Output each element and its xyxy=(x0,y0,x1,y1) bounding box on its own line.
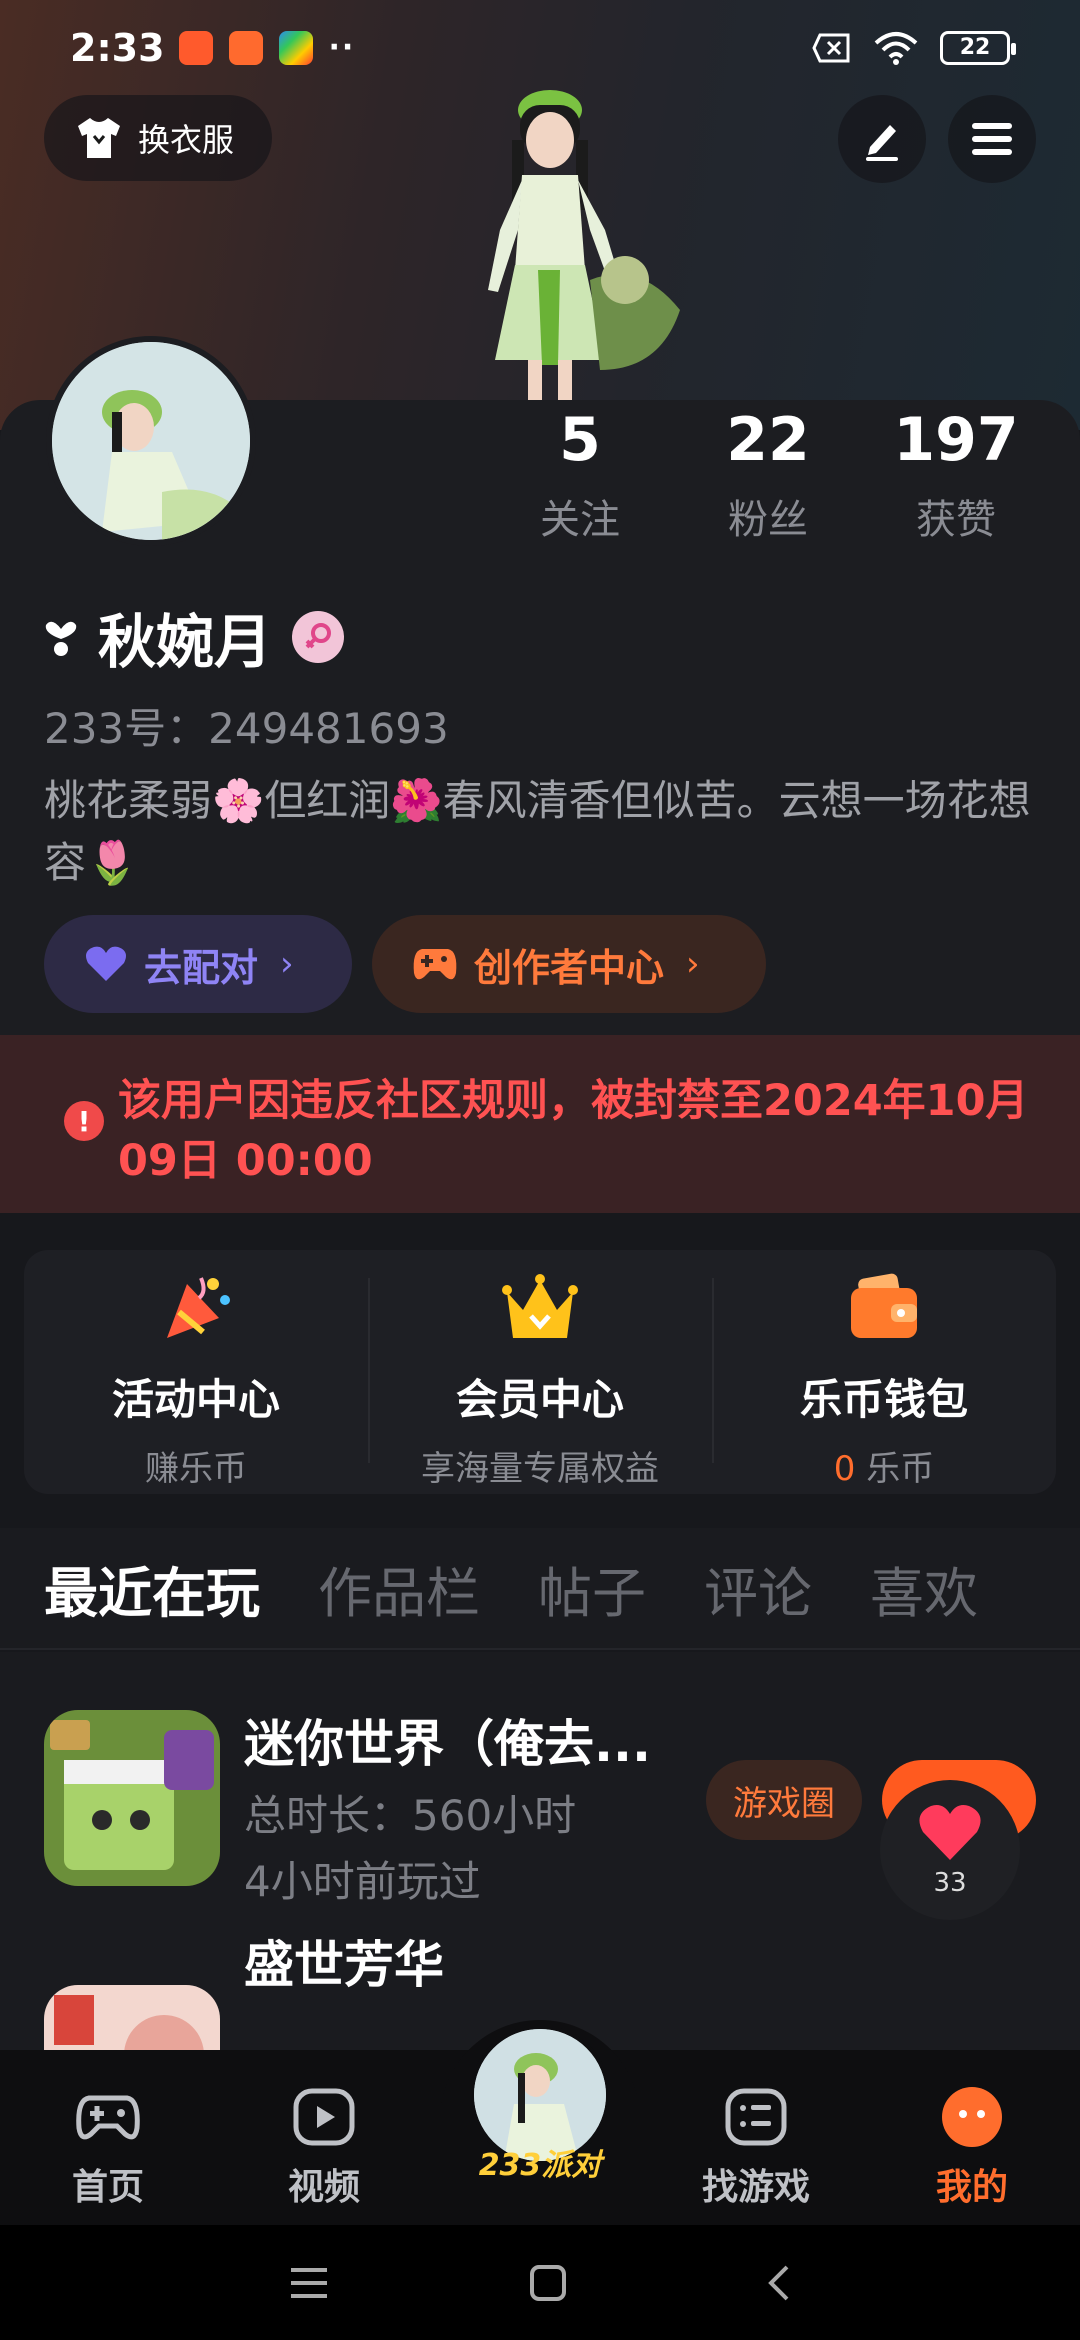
coin-unit: 乐币 xyxy=(855,1449,935,1489)
notification-app-icon xyxy=(228,30,263,65)
stat-likes[interactable]: 197 获赞 xyxy=(862,405,1050,545)
party-popper-icon xyxy=(167,1277,230,1338)
back-icon[interactable] xyxy=(767,2264,791,2302)
nav-find-games[interactable]: 找游戏 xyxy=(648,2050,864,2225)
activity-center-card[interactable]: 活动中心 赚乐币 xyxy=(24,1250,368,1494)
user-id-label: 233号： xyxy=(44,704,209,753)
chevron-right-icon: › xyxy=(280,944,294,984)
feature-row: 活动中心 赚乐币 会员中心 享海量专属权益 乐币钱包 0 乐币 xyxy=(24,1250,1056,1494)
nav-party-label: 233派对 xyxy=(478,2148,602,2183)
coin-wallet-card[interactable]: 乐币钱包 0 乐币 xyxy=(712,1250,1056,1494)
play-store-icon xyxy=(278,30,313,65)
home-icon[interactable] xyxy=(529,2264,567,2302)
edit-profile-button[interactable] xyxy=(838,95,926,183)
nickname: 秋婉月 xyxy=(44,595,345,679)
tab-works[interactable]: 作品栏 xyxy=(318,1549,480,1628)
nav-home[interactable]: 首页 xyxy=(0,2050,216,2225)
nav-label: 找游戏 xyxy=(701,2167,810,2208)
creator-center-label: 创作者中心 xyxy=(474,945,665,990)
like-count: 33 xyxy=(933,1868,967,1898)
match-button[interactable]: 去配对 › xyxy=(44,915,352,1013)
stat-value: 22 xyxy=(726,405,810,475)
avatar-3d-figure xyxy=(488,90,680,405)
stat-followers[interactable]: 22 粉丝 xyxy=(674,405,862,545)
decor-heart-icon xyxy=(45,621,77,656)
system-navigation-bar xyxy=(0,2225,1080,2340)
floating-like-button[interactable]: 33 xyxy=(880,1780,1020,1920)
change-outfit-button[interactable]: 换衣服 xyxy=(44,95,272,181)
pencil-icon xyxy=(866,125,898,161)
feature-subtitle: 0 乐币 xyxy=(712,1441,1056,1490)
ban-notice-banner: ! 该用户因违反社区规则，被封禁至2024年10月09日 00:00 xyxy=(0,1035,1080,1213)
ban-notice-text: 该用户因违反社区规则，被封禁至2024年10月09日 00:00 xyxy=(118,1076,1029,1186)
game-icon xyxy=(44,1985,220,2052)
heart-icon xyxy=(86,946,126,981)
feature-subtitle: 赚乐币 xyxy=(145,1449,247,1489)
game-last-played: 4小时前玩过 xyxy=(244,1857,481,1906)
tab-comments[interactable]: 评论 xyxy=(704,1549,812,1628)
game-duration: 总时长：560小时 xyxy=(244,1791,577,1840)
creator-center-button[interactable]: 创作者中心 › xyxy=(372,915,766,1013)
match-label: 去配对 xyxy=(144,945,259,990)
game-circle-button[interactable]: 游戏圈 xyxy=(706,1760,862,1840)
battery-icon: 22 xyxy=(940,30,1016,65)
membership-center-card[interactable]: 会员中心 享海量专属权益 xyxy=(368,1250,712,1494)
feature-title: 会员中心 xyxy=(455,1375,624,1424)
status-time: 2:33 xyxy=(70,25,165,70)
chevron-right-icon: › xyxy=(686,944,700,984)
user-id-value: 249481693 xyxy=(208,704,449,753)
profile-face-icon xyxy=(942,2087,1002,2147)
crown-icon xyxy=(502,1274,578,1338)
tab-posts[interactable]: 帖子 xyxy=(538,1549,646,1628)
stat-label: 粉丝 xyxy=(728,497,808,543)
avatar[interactable] xyxy=(46,336,256,546)
feature-title: 活动中心 xyxy=(111,1375,280,1424)
sim-off-icon xyxy=(812,33,850,62)
nav-mine[interactable]: 我的 xyxy=(864,2050,1080,2225)
tab-recently-played[interactable]: 最近在玩 xyxy=(44,1549,260,1662)
female-gender-icon xyxy=(292,611,345,663)
nickname-text: 秋婉月 xyxy=(98,608,273,676)
nav-video[interactable]: 视频 xyxy=(216,2050,432,2225)
avatar-image xyxy=(52,342,250,540)
notification-app-icon xyxy=(178,30,213,65)
profile-tabs: 最近在玩 作品栏 帖子 评论 喜欢 xyxy=(0,1528,1080,1662)
gamepad-icon xyxy=(76,2095,140,2140)
feature-subtitle: 享海量专属权益 xyxy=(421,1449,659,1489)
recent-apps-icon[interactable] xyxy=(289,2266,329,2300)
game-icon xyxy=(44,1710,220,1886)
wifi-icon xyxy=(874,31,918,65)
profile-stats: 5 关注 22 粉丝 197 获赞 xyxy=(486,405,1050,545)
stat-label: 获赞 xyxy=(916,497,996,543)
battery-level: 22 xyxy=(959,35,991,60)
status-more-dots: ·· xyxy=(328,30,356,65)
list-icon xyxy=(725,2088,787,2146)
tab-likes[interactable]: 喜欢 xyxy=(870,1549,978,1628)
heart-icon xyxy=(919,1805,981,1860)
stat-value: 5 xyxy=(559,405,601,475)
stat-value: 197 xyxy=(893,405,1019,475)
game-title: 迷你世界（俺去... xyxy=(244,1715,651,1773)
coin-balance: 0 xyxy=(833,1449,856,1489)
menu-icon xyxy=(972,123,1012,155)
user-id: 233号：249481693 xyxy=(44,695,449,756)
shirt-icon xyxy=(78,118,120,158)
menu-button[interactable] xyxy=(948,95,1036,183)
nav-label: 我的 xyxy=(935,2167,1008,2208)
feature-title: 乐币钱包 xyxy=(799,1375,968,1424)
gamepad-icon xyxy=(413,949,457,980)
wallet-icon xyxy=(851,1273,917,1338)
game-title: 盛世芳华 xyxy=(244,1936,444,1994)
warning-icon: ! xyxy=(64,1101,104,1141)
nav-label: 首页 xyxy=(71,2167,144,2208)
change-outfit-label: 换衣服 xyxy=(138,121,235,159)
video-icon xyxy=(293,2088,355,2146)
bio: 桃花柔弱🌸但红润🌺春风清香但似苦。云想一场花想容🌷 xyxy=(44,776,1031,887)
stat-label: 关注 xyxy=(540,497,620,543)
nav-label: 视频 xyxy=(287,2167,360,2208)
stat-following[interactable]: 5 关注 xyxy=(486,405,674,545)
